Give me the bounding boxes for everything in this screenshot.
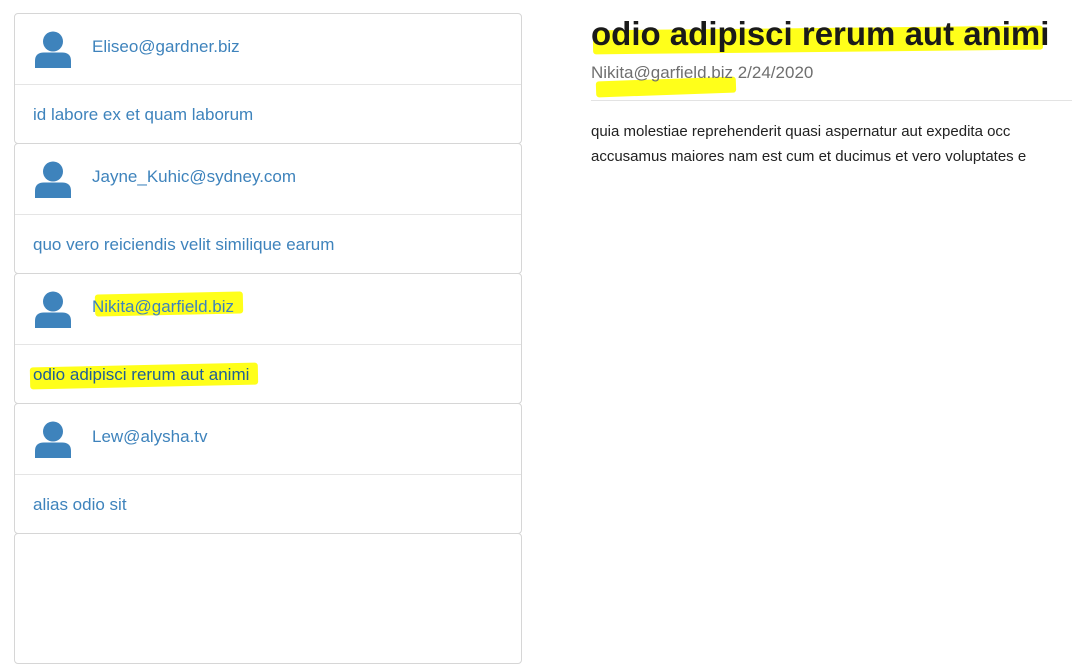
message-body-line: accusamus maiores nam est cum et ducimus… xyxy=(591,148,1027,165)
message-author-link[interactable]: Eliseo@gardner.biz xyxy=(92,37,240,57)
message-body: quia molestiae reprehenderit quasi asper… xyxy=(591,119,1072,169)
divider xyxy=(591,100,1072,101)
message-card[interactable] xyxy=(14,533,522,664)
user-avatar-icon xyxy=(35,291,71,328)
message-card[interactable]: Lew@alysha.tv alias odio sit xyxy=(14,403,522,534)
message-body-line: quia molestiae reprehenderit quasi asper… xyxy=(591,123,1011,140)
user-avatar-icon xyxy=(35,31,71,68)
message-card-header[interactable]: Jayne_Kuhic@sydney.com xyxy=(15,144,521,215)
message-card-header[interactable]: Eliseo@gardner.biz xyxy=(15,14,521,85)
message-subject-link[interactable]: alias odio sit xyxy=(33,495,127,515)
user-avatar-icon xyxy=(35,421,71,458)
message-detail-author: Nikita@garfield.biz xyxy=(591,63,733,82)
message-card-header[interactable]: Nikita@garfield.biz xyxy=(15,274,521,345)
message-date: 2/24/2020 xyxy=(737,63,814,82)
message-author-link[interactable]: Jayne_Kuhic@sydney.com xyxy=(92,167,296,187)
message-subject-link[interactable]: id labore ex et quam laborum xyxy=(33,105,253,125)
message-card-selected[interactable]: Nikita@garfield.biz odio adipisci rerum … xyxy=(14,273,522,404)
message-subject-link[interactable]: odio adipisci rerum aut animi xyxy=(33,365,249,385)
message-card[interactable]: Jayne_Kuhic@sydney.com quo vero reiciend… xyxy=(14,143,522,274)
message-card[interactable]: Eliseo@gardner.biz id labore ex et quam … xyxy=(14,13,522,144)
message-author-link[interactable]: Nikita@garfield.biz xyxy=(92,297,234,317)
message-subject-link[interactable]: quo vero reiciendis velit similique earu… xyxy=(33,235,334,255)
message-author-link[interactable]: Lew@alysha.tv xyxy=(92,427,208,447)
user-avatar-icon xyxy=(35,161,71,198)
message-title: odio adipisci rerum aut animi xyxy=(591,15,1050,52)
message-meta: Nikita@garfield.biz 2/24/2020 xyxy=(591,63,813,83)
message-card-header[interactable]: Lew@alysha.tv xyxy=(15,404,521,475)
